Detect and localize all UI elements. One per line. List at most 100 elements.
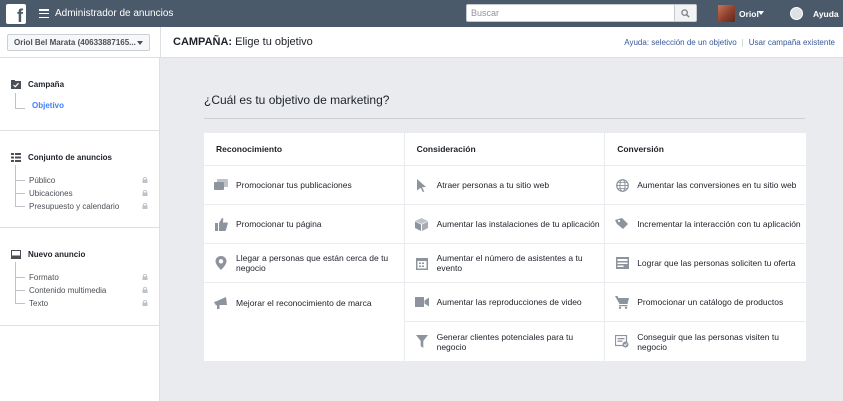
objective-option[interactable]: Lograr que las personas soliciten tu ofe… <box>605 244 806 283</box>
calendar-icon <box>415 256 429 270</box>
objective-column-awareness: Reconocimiento Promocionar tus publicaci… <box>204 133 405 361</box>
objective-option[interactable]: Aumentar las conversiones en tu sitio we… <box>605 166 806 205</box>
sidebar-section-campaign: Campaña Objetivo <box>0 58 159 131</box>
lock-icon <box>142 190 148 196</box>
help-links: Ayuda: selección de un objetivo | Usar c… <box>624 38 835 47</box>
objective-label: Generar clientes potenciales para tu neg… <box>436 331 574 352</box>
ad-icon <box>11 250 21 259</box>
tree-line <box>15 262 16 303</box>
column-header: Conversión <box>605 133 806 166</box>
facebook-logo-icon[interactable]: f <box>6 3 26 25</box>
lock-icon <box>142 300 148 306</box>
objective-option[interactable]: Incrementar la interacción con tu aplica… <box>605 205 806 244</box>
lock-icon <box>142 274 148 280</box>
objective-option[interactable]: Conseguir que las personas visiten tu ne… <box>605 322 806 361</box>
objective-option[interactable]: Generar clientes potenciales para tu neg… <box>405 322 605 361</box>
help-link[interactable]: Ayuda <box>813 9 839 19</box>
tree-branch <box>15 193 25 194</box>
objective-grid: Reconocimiento Promocionar tus publicaci… <box>204 133 806 361</box>
lock-icon <box>142 203 148 209</box>
objective-option[interactable]: Promocionar tu página <box>204 205 404 244</box>
sidebar-heading-campaign[interactable]: Campaña <box>11 80 64 89</box>
user-name[interactable]: Oriol <box>739 9 759 19</box>
objective-label: Aumentar las reproducciones de video <box>436 297 582 307</box>
objective-label: Promocionar un catálogo de productos <box>637 297 784 307</box>
column-header: Reconocimiento <box>204 133 404 166</box>
offer-icon <box>615 256 629 270</box>
sidebar-heading-label: Nuevo anuncio <box>28 250 86 259</box>
chevron-down-icon[interactable] <box>758 11 764 15</box>
sidebar-item-text[interactable]: Texto <box>29 299 48 308</box>
tree-branch <box>15 108 25 109</box>
lock-icon <box>142 287 148 293</box>
objective-label: Atraer personas a tu sitio web <box>436 180 550 190</box>
divider <box>204 118 805 119</box>
search-box <box>466 4 697 22</box>
tree-branch <box>15 206 25 207</box>
objective-label: Mejorar el reconocimiento de marca <box>236 297 372 308</box>
objective-option[interactable]: Mejorar el reconocimiento de marca <box>204 283 404 322</box>
sidebar-item-objective[interactable]: Objetivo <box>32 101 64 110</box>
objective-label: Llegar a personas que están cerca de tu … <box>236 253 389 273</box>
objective-label: Promocionar tus publicaciones <box>236 180 352 190</box>
sidebar-heading-ad[interactable]: Nuevo anuncio <box>11 250 85 259</box>
objective-column-consideration: Consideración Atraer personas a tu sitio… <box>404 133 606 361</box>
megaphone-icon <box>214 296 228 310</box>
globe-icon[interactable] <box>790 7 803 20</box>
tree-line <box>15 165 16 206</box>
objective-option[interactable]: Llegar a personas que están cerca de tu … <box>204 244 404 283</box>
lock-icon <box>142 177 148 183</box>
tree-branch <box>15 180 25 181</box>
divider <box>160 27 161 58</box>
sidebar-item-audience[interactable]: Público <box>29 176 55 185</box>
use-existing-campaign-link[interactable]: Usar campaña existente <box>749 38 835 47</box>
sidebar-section-adset: Conjunto de anuncios Público Ubicaciones… <box>0 131 159 228</box>
search-icon <box>681 8 690 18</box>
tree-branch <box>15 277 25 278</box>
video-icon <box>414 295 429 309</box>
objective-option[interactable]: Atraer personas a tu sitio web <box>404 166 605 205</box>
objective-option[interactable]: Aumentar las instalaciones de tu aplicac… <box>404 205 605 244</box>
objective-label: Aumentar el número de asistentes a tu ev… <box>436 253 583 273</box>
separator: | <box>741 38 744 47</box>
page-title: ¿Cuál es tu objetivo de marketing? <box>204 93 390 107</box>
cursor-icon <box>415 178 429 192</box>
account-selector[interactable]: Oriol Bel Marata (40633887165... <box>7 34 150 51</box>
tag-icon <box>615 217 629 231</box>
sidebar-item-format[interactable]: Formato <box>29 273 59 282</box>
avatar[interactable] <box>718 5 735 22</box>
location-pin-icon <box>214 256 228 270</box>
sidebar-item-placements[interactable]: Ubicaciones <box>29 189 73 198</box>
sidebar-item-budget[interactable]: Presupuesto y calendario <box>29 202 119 211</box>
objective-option[interactable]: Aumentar el número de asistentes a tu ev… <box>404 244 605 283</box>
like-icon <box>214 217 228 231</box>
store-icon <box>615 335 629 349</box>
objective-help-link[interactable]: Ayuda: selección de un objetivo <box>624 38 736 47</box>
sub-header: Oriol Bel Marata (40633887165... CAMPAÑA… <box>0 27 843 58</box>
sidebar-heading-label: Conjunto de anuncios <box>28 153 112 162</box>
sidebar-heading-adset[interactable]: Conjunto de anuncios <box>11 153 112 162</box>
globe-icon <box>615 178 629 192</box>
objective-option[interactable]: Promocionar tus publicaciones <box>204 166 404 205</box>
objective-option[interactable]: Promocionar un catálogo de productos <box>605 283 806 322</box>
objective-column-conversion: Conversión Aumentar las conversiones en … <box>605 133 806 361</box>
breadcrumb-step: Elige tu objetivo <box>232 36 313 48</box>
objective-option[interactable]: Aumentar las reproducciones de video <box>404 283 605 322</box>
app-title[interactable]: Administrador de anuncios <box>55 8 173 19</box>
cart-icon <box>615 295 630 309</box>
column-header: Consideración <box>404 133 605 166</box>
posts-icon <box>214 178 228 192</box>
sidebar: Campaña Objetivo Conjunto de anuncios Pú… <box>0 58 160 401</box>
search-button[interactable] <box>674 5 696 21</box>
objective-label: Aumentar las conversiones en tu sitio we… <box>637 180 797 190</box>
objective-label: Incrementar la interacción con tu aplica… <box>637 219 801 229</box>
funnel-icon <box>415 335 429 349</box>
tree-branch <box>15 303 25 304</box>
sidebar-item-media[interactable]: Contenido multimedia <box>29 286 106 295</box>
breadcrumb: CAMPAÑA: Elige tu objetivo <box>173 36 313 48</box>
objective-label: Promocionar tu página <box>236 219 322 229</box>
grid-icon <box>11 153 21 162</box>
menu-icon[interactable] <box>39 9 49 18</box>
search-input[interactable] <box>467 5 674 21</box>
objective-label: Aumentar las instalaciones de tu aplicac… <box>436 219 600 229</box>
